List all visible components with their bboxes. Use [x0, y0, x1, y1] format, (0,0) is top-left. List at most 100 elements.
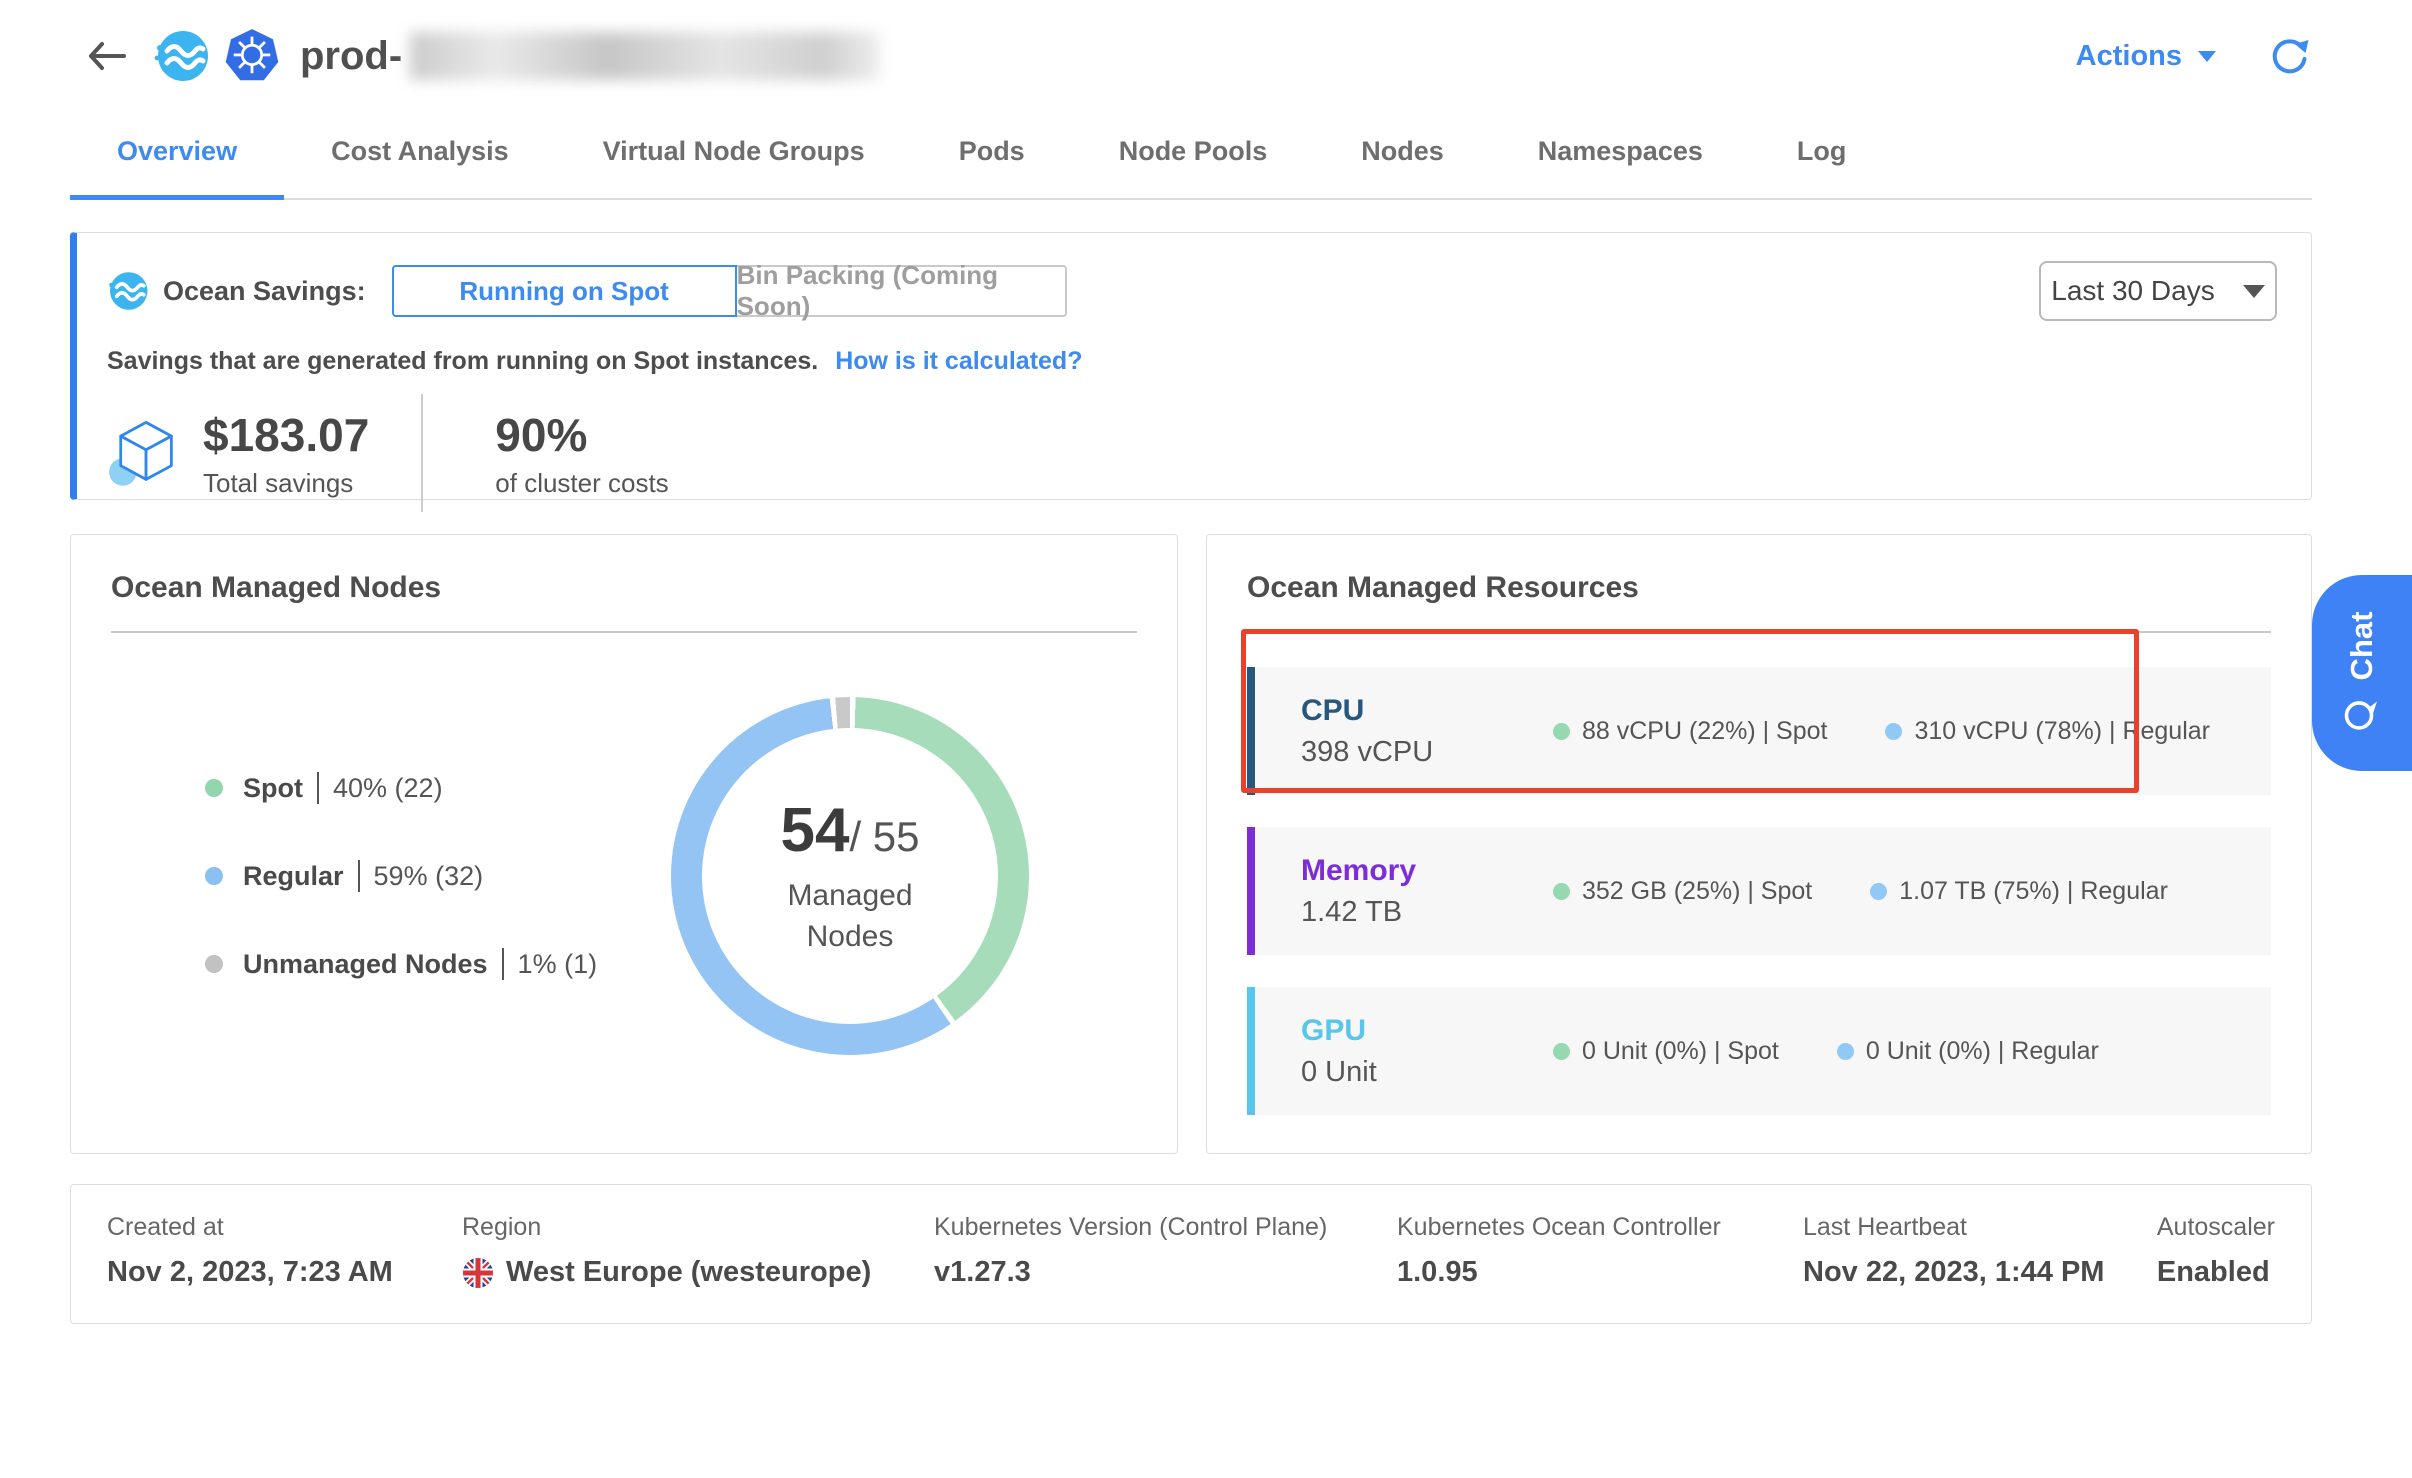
- memory-regular-text: 1.07 TB (75%) | Regular: [1899, 877, 2168, 906]
- savings-mode-toggle: Running on Spot Bin Packing (Coming Soon…: [392, 265, 1067, 317]
- divider: [502, 948, 504, 980]
- legend-label: Regular: [243, 861, 344, 892]
- arrow-left-icon: [86, 39, 128, 73]
- memory-name: Memory: [1301, 854, 1553, 888]
- gpu-spot-detail: 0 Unit (0%) | Spot: [1553, 1037, 1779, 1066]
- resource-row-cpu: CPU 398 vCPU 88 vCPU (22%) | Spot 310 vC…: [1247, 667, 2271, 795]
- unmanaged-legend-dot-icon: [205, 955, 223, 973]
- chevron-down-icon: [2243, 285, 2265, 298]
- refresh-button[interactable]: [2268, 34, 2312, 78]
- legend-value: 40% (22): [333, 773, 443, 804]
- cpu-total: 398 vCPU: [1301, 736, 1553, 769]
- legend-item-regular: Regular 59% (32): [205, 860, 597, 892]
- gpu-regular-text: 0 Unit (0%) | Regular: [1866, 1037, 2099, 1066]
- cluster-info-bar: Created at Nov 2, 2023, 7:23 AM Region W…: [70, 1184, 2312, 1324]
- divider: [111, 631, 1137, 633]
- tab-cost-analysis[interactable]: Cost Analysis: [284, 112, 556, 200]
- donut-caption: Managed Nodes: [755, 876, 945, 957]
- gpu-name: GPU: [1301, 1014, 1553, 1048]
- cpu-spot-text: 88 vCPU (22%) | Spot: [1582, 717, 1827, 746]
- ocean-savings-panel: Ocean Savings: Running on Spot Bin Packi…: [70, 232, 2312, 500]
- tab-namespaces[interactable]: Namespaces: [1491, 112, 1750, 200]
- regular-dot-icon: [1870, 883, 1887, 900]
- k8s-version-label: Kubernetes Version (Control Plane): [934, 1213, 1397, 1242]
- total-savings-value: $183.07: [203, 408, 369, 462]
- savings-cube-icon: [107, 415, 183, 491]
- period-selector[interactable]: Last 30 Days: [2039, 261, 2277, 321]
- tab-pods[interactable]: Pods: [912, 112, 1072, 200]
- managed-nodes-title: Ocean Managed Nodes: [111, 571, 1137, 605]
- donut-legend: Spot 40% (22) Regular 59% (32) Unmanaged…: [205, 772, 597, 980]
- divider: [421, 394, 423, 512]
- gpu-accent-bar: [1247, 987, 1255, 1115]
- autoscaler-label: Autoscaler: [2157, 1213, 2275, 1242]
- info-k8s-version: Kubernetes Version (Control Plane) v1.27…: [934, 1213, 1397, 1289]
- spot-dot-icon: [1553, 883, 1570, 900]
- resource-row-gpu: GPU 0 Unit 0 Unit (0%) | Spot 0 Unit (0%…: [1247, 987, 2271, 1115]
- ocean-savings-icon: [107, 270, 149, 312]
- tab-bar: Overview Cost Analysis Virtual Node Grou…: [70, 112, 2312, 200]
- chat-label: Chat: [2344, 612, 2380, 681]
- tab-overview[interactable]: Overview: [70, 112, 284, 200]
- cpu-accent-bar: [1247, 667, 1255, 795]
- memory-total: 1.42 TB: [1301, 896, 1553, 929]
- running-on-spot-button[interactable]: Running on Spot: [392, 265, 737, 317]
- spot-legend-dot-icon: [205, 779, 223, 797]
- legend-label: Spot: [243, 773, 303, 804]
- info-region: Region West Europe (westeurope): [462, 1213, 934, 1289]
- tab-log[interactable]: Log: [1750, 112, 1893, 200]
- back-button[interactable]: [86, 36, 132, 76]
- chevron-down-icon: [2198, 51, 2216, 62]
- gpu-regular-detail: 0 Unit (0%) | Regular: [1837, 1037, 2099, 1066]
- total-savings-label: Total savings: [203, 468, 369, 499]
- header: prod- Actions: [70, 0, 2312, 112]
- legend-label: Unmanaged Nodes: [243, 949, 488, 980]
- divider: [317, 772, 319, 804]
- spot-dot-icon: [1553, 723, 1570, 740]
- created-at-value: Nov 2, 2023, 7:23 AM: [107, 1256, 462, 1289]
- info-last-heartbeat: Last Heartbeat Nov 22, 2023, 1:44 PM: [1803, 1213, 2157, 1289]
- last-heartbeat-value: Nov 22, 2023, 1:44 PM: [1803, 1256, 2157, 1289]
- how-calculated-link[interactable]: How is it calculated?: [835, 347, 1082, 375]
- managed-resources-title: Ocean Managed Resources: [1247, 571, 2271, 605]
- region-value: West Europe (westeurope): [506, 1256, 871, 1289]
- ocean-managed-nodes-panel: Ocean Managed Nodes Spot 40% (22) Regula…: [70, 534, 1178, 1154]
- chat-bubble-icon: [2342, 694, 2382, 734]
- period-selected-value: Last 30 Days: [2051, 275, 2214, 307]
- chat-button[interactable]: Chat: [2312, 575, 2412, 771]
- divider: [358, 860, 360, 892]
- regular-dot-icon: [1837, 1043, 1854, 1060]
- bin-packing-button[interactable]: Bin Packing (Coming Soon): [737, 265, 1067, 317]
- cluster-name-redacted: [410, 32, 880, 80]
- actions-label: Actions: [2076, 40, 2182, 73]
- ocean-controller-value: 1.0.95: [1397, 1256, 1803, 1289]
- regular-dot-icon: [1885, 723, 1902, 740]
- uk-flag-icon: [462, 1257, 494, 1289]
- ocean-managed-resources-panel: Ocean Managed Resources CPU 398 vCPU: [1206, 534, 2312, 1154]
- tab-node-pools[interactable]: Node Pools: [1072, 112, 1315, 200]
- tab-virtual-node-groups[interactable]: Virtual Node Groups: [556, 112, 912, 200]
- legend-value: 1% (1): [518, 949, 598, 980]
- info-autoscaler: Autoscaler Enabled: [2157, 1213, 2275, 1289]
- region-label: Region: [462, 1213, 934, 1242]
- divider: [1247, 631, 2271, 633]
- gpu-spot-text: 0 Unit (0%) | Spot: [1582, 1037, 1779, 1066]
- cpu-spot-detail: 88 vCPU (22%) | Spot: [1553, 717, 1827, 746]
- cluster-title-prefix: prod-: [300, 34, 402, 79]
- memory-spot-detail: 352 GB (25%) | Spot: [1553, 877, 1812, 906]
- savings-description: Savings that are generated from running …: [107, 347, 818, 375]
- cluster-title: prod-: [300, 32, 880, 80]
- tab-nodes[interactable]: Nodes: [1314, 112, 1491, 200]
- last-heartbeat-label: Last Heartbeat: [1803, 1213, 2157, 1242]
- legend-item-spot: Spot 40% (22): [205, 772, 597, 804]
- cluster-cost-percent-value: 90%: [495, 408, 668, 462]
- managed-count: 54: [780, 796, 849, 865]
- total-count: / 55: [849, 813, 919, 860]
- info-created-at: Created at Nov 2, 2023, 7:23 AM: [107, 1213, 462, 1289]
- created-at-label: Created at: [107, 1213, 462, 1242]
- legend-value: 59% (32): [374, 861, 484, 892]
- cpu-regular-text: 310 vCPU (78%) | Regular: [1914, 717, 2210, 746]
- actions-button[interactable]: Actions: [2076, 40, 2216, 73]
- regular-legend-dot-icon: [205, 867, 223, 885]
- memory-spot-text: 352 GB (25%) | Spot: [1582, 877, 1812, 906]
